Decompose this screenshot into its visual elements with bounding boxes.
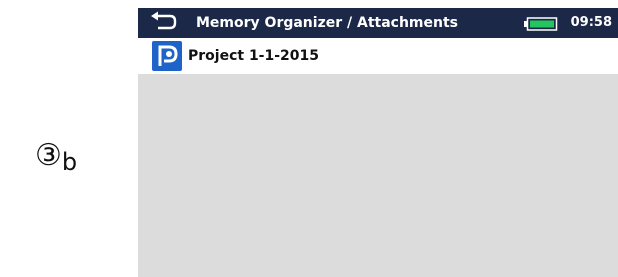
- project-row[interactable]: Project 1-1-2015: [138, 38, 618, 74]
- page: ③b Memory Organizer / Attachments 09:58: [0, 0, 618, 277]
- step-letter: b: [61, 148, 78, 176]
- step-annotation: ③b: [35, 138, 77, 175]
- project-name: Project 1-1-2015: [188, 48, 320, 64]
- step-circled-number: ③: [35, 138, 62, 173]
- attachments-list-area: [138, 74, 618, 277]
- battery-full-icon: [524, 16, 558, 31]
- screen-title: Memory Organizer / Attachments: [196, 15, 458, 31]
- project-icon: [152, 41, 182, 71]
- clock: 09:58: [570, 15, 612, 30]
- title-bar: Memory Organizer / Attachments 09:58: [138, 8, 618, 38]
- device-screen: Memory Organizer / Attachments 09:58 Pro…: [138, 8, 618, 277]
- back-arrow-icon[interactable]: [150, 11, 178, 33]
